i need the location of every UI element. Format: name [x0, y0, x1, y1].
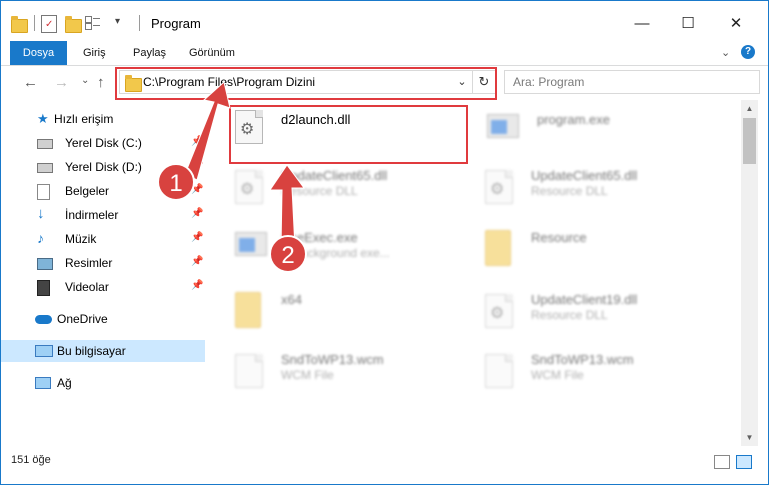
callout-arrow-1: [184, 81, 231, 181]
callout-number-2: 2: [281, 242, 294, 269]
annotation-overlay: 1 2: [157, 81, 307, 273]
callout-number-1: 1: [169, 170, 182, 197]
